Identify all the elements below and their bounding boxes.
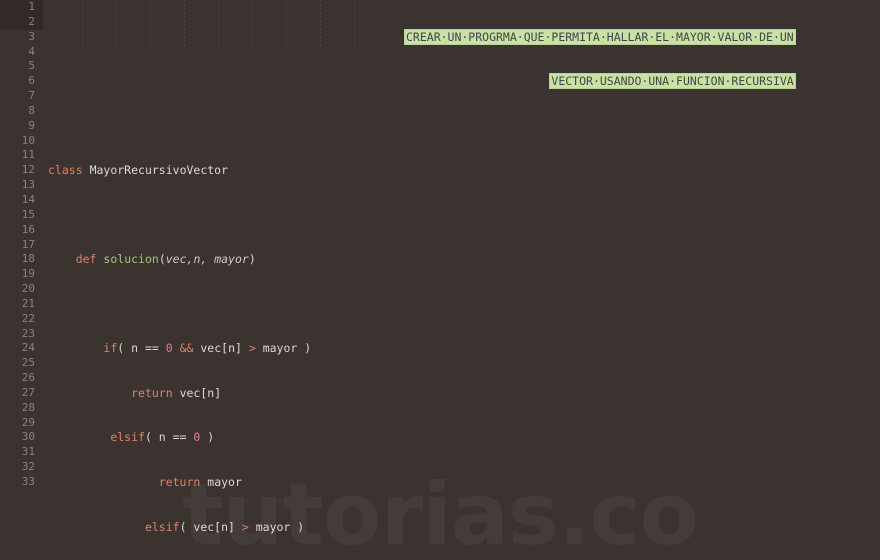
line-number: 25 [21,356,35,370]
code-line[interactable]: class MayorRecursivoVector [48,163,505,178]
line-number: 11 [21,148,35,162]
code-line[interactable]: def solucion(vec,n, mayor) [48,252,505,267]
line-number: 9 [28,118,35,132]
code-line[interactable]: return mayor [48,475,505,490]
line-number: 31 [21,445,35,459]
line-number-gutter: 1 2 3 4 5 6 7 8 9 10 11 12 13 14 15 16 1… [0,0,43,560]
highlighted-comment-block[interactable]: CREAR·UN·PROGRMA·QUE·PERMITA·HALLAR·EL·M… [405,0,795,119]
line-number: 18 [21,252,35,266]
code-line[interactable] [48,119,505,134]
line-number: 3 [28,29,35,43]
line-number: 8 [28,103,35,117]
code-line[interactable]: elsif( vec[n] > mayor ) [48,520,505,535]
line-number: 15 [21,207,35,221]
line-number: 16 [21,222,35,236]
line-number: 14 [21,192,35,206]
line-number: 23 [21,326,35,340]
line-number: 22 [21,311,35,325]
line-number: 5 [28,59,35,73]
line-number: 21 [21,296,35,310]
code-editor-window[interactable]: tutorias.co 1 2 3 4 5 6 7 8 9 10 11 12 1… [0,0,880,560]
code-line[interactable] [48,297,505,312]
line-number: 12 [21,163,35,177]
line-number: 33 [21,475,35,488]
line-number: 10 [21,133,35,147]
line-number: 7 [28,89,35,103]
highlighted-comment-text: VECTOR·USANDO·UNA·FUNCION·RECURSIVA [550,74,795,89]
line-number: 27 [21,385,35,399]
line-number: 17 [21,237,35,251]
line-number: 1 [28,0,35,13]
code-line[interactable]: if( n == 0 && vec[n] > mayor ) [48,341,505,356]
code-line[interactable]: return vec[n] [48,386,505,401]
code-line[interactable]: elsif( n == 0 ) [48,430,505,445]
line-number: 29 [21,415,35,429]
line-number: 19 [21,267,35,281]
line-number: 30 [21,430,35,444]
line-number: 32 [21,460,35,474]
line-number: 4 [28,44,35,58]
line-number: 13 [21,178,35,192]
line-number: 26 [21,371,35,385]
highlighted-comment-text: CREAR·UN·PROGRMA·QUE·PERMITA·HALLAR·EL·M… [405,29,795,44]
line-number: 24 [21,341,35,355]
line-number: 6 [28,74,35,88]
highlighted-comment-line[interactable]: CREAR·UN·PROGRMA·QUE·PERMITA·HALLAR·EL·M… [405,29,795,45]
code-line[interactable] [48,208,505,223]
line-number: 20 [21,282,35,296]
highlighted-comment-line[interactable]: VECTOR·USANDO·UNA·FUNCION·RECURSIVA [405,74,795,89]
line-number: 2 [28,14,35,28]
line-number: 28 [21,400,35,414]
